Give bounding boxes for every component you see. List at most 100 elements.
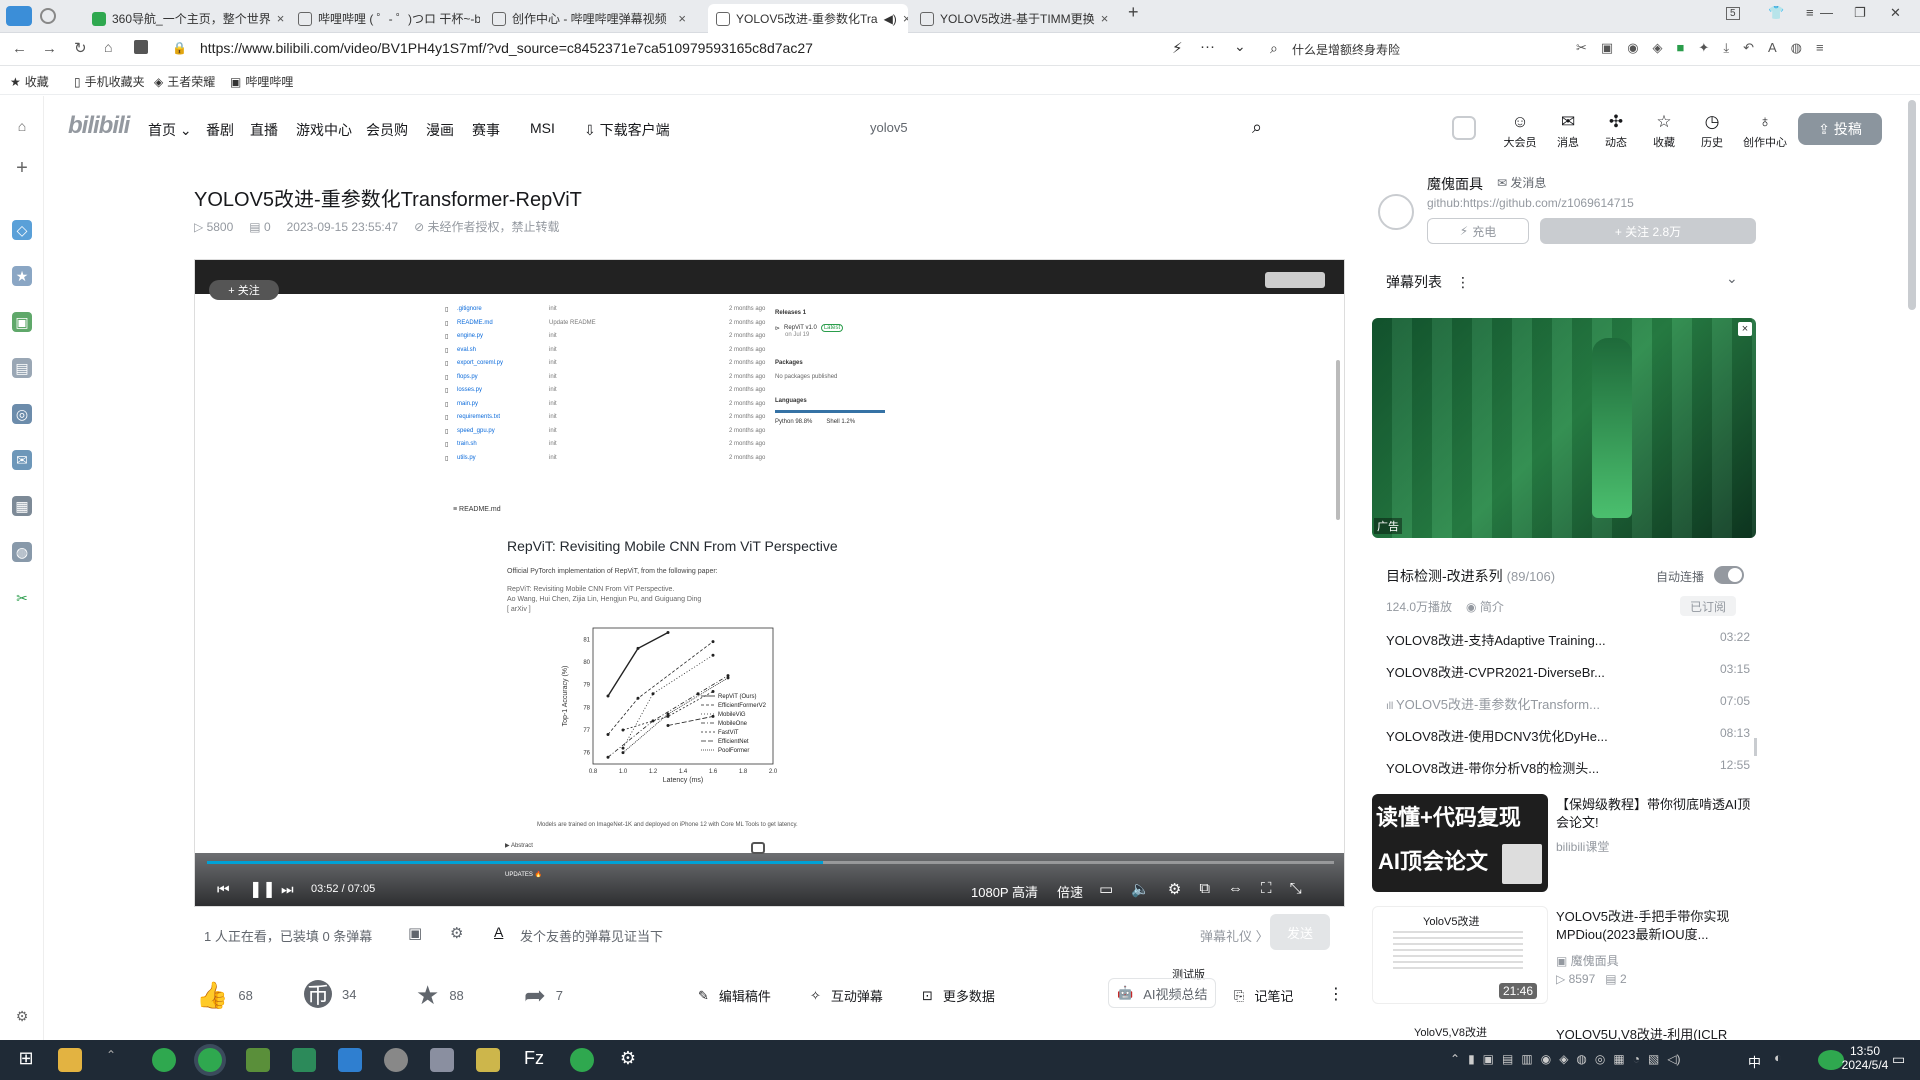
font-style-icon[interactable]: A [494, 924, 503, 940]
message-button[interactable]: ✉ 发消息 [1497, 174, 1546, 191]
more-icon[interactable]: ⋮ [1456, 274, 1470, 290]
progress-bar[interactable] [207, 861, 1334, 864]
tool-icon[interactable]: ◎ [12, 404, 32, 424]
windows-icon[interactable]: ⊞ [14, 1048, 38, 1072]
quality-selector[interactable]: 1080P 高清 [971, 882, 1038, 901]
next-icon[interactable]: ⏭ [281, 881, 294, 898]
nav-home[interactable]: 首页 ⌄ [148, 120, 192, 140]
tray-app-icon[interactable]: ▧ [1648, 1052, 1659, 1066]
tab-360[interactable]: 360导航_一个主页，整个世界 × [84, 4, 284, 33]
rec-title[interactable]: 【保姆级教程】带你彻底啃透AI顶会论文! [1556, 796, 1756, 832]
follow-overlay-button[interactable]: + 关注 [209, 280, 279, 300]
more-icon[interactable]: ⋮ [1328, 984, 1344, 1004]
menu-icon[interactable]: ≡ [1816, 40, 1824, 58]
volume-icon[interactable]: ◁) [1667, 1052, 1680, 1066]
tray-app-icon[interactable]: ▤ [1502, 1052, 1513, 1066]
previous-icon[interactable]: ⏮ [217, 881, 230, 898]
playlist-item[interactable]: YOLOV8改进-带你分析V8的检测头... 12:55 [1386, 758, 1750, 777]
notification-icon[interactable]: ▭ [1892, 1051, 1905, 1068]
volume-icon[interactable]: 🔈 [1131, 880, 1150, 898]
rec-author[interactable]: bilibili课堂 [1556, 838, 1609, 855]
maximize-icon[interactable]: ❐ [1854, 5, 1866, 21]
shirt-icon[interactable]: 👕 [1768, 5, 1784, 21]
translate-icon[interactable]: A [1768, 40, 1777, 58]
browser-search-field[interactable]: 什么是增额终身寿险 [1292, 41, 1400, 58]
rec-title[interactable]: YOLOV5改进-手把手带你实现MPDiou(2023最新IOU度... [1556, 908, 1756, 944]
coin-button[interactable]: 币 34 [304, 980, 356, 1008]
favorite-button[interactable]: ★ 88 [416, 980, 464, 1011]
back-icon[interactable]: ← [12, 40, 27, 57]
follow-button[interactable]: + 关注 2.8万 [1540, 218, 1756, 244]
app-icon[interactable]: ◇ [12, 220, 32, 240]
nav-game[interactable]: 游戏中心 [296, 120, 352, 140]
nav-anime[interactable]: 番剧 [206, 120, 234, 140]
ad-banner[interactable]: 广告 × [1372, 318, 1756, 538]
favorites-link[interactable]: ☆ 收藏 [1644, 112, 1684, 150]
notes-icon[interactable]: ▦ [12, 496, 32, 516]
rec-thumbnail[interactable]: YoloV5,V8改进 [1372, 1018, 1548, 1040]
close-icon[interactable]: × [277, 11, 284, 26]
avatar[interactable] [1452, 116, 1476, 140]
vscode-icon[interactable] [338, 1048, 362, 1072]
speaker-icon[interactable]: ◀) [884, 12, 897, 26]
bilibili-logo[interactable]: bilibili [68, 112, 130, 140]
like-button[interactable]: 👍 68 [196, 980, 253, 1011]
scissors-icon[interactable]: ✂ [1576, 40, 1587, 58]
playlist-item[interactable]: YOLOV8改进-CVPR2021-DiverseBr... 03:15 [1386, 662, 1750, 681]
up-name[interactable]: 魔傀面具 [1427, 174, 1483, 194]
pause-icon[interactable]: ❚❚ [249, 879, 276, 899]
wifi-icon[interactable]: ◔ [1633, 1052, 1640, 1066]
close-icon[interactable]: × [678, 11, 686, 26]
360-browser-icon[interactable] [152, 1048, 176, 1072]
star-icon[interactable]: ★ [12, 266, 32, 286]
url-field[interactable]: https://www.bilibili.com/video/BV1PH4y1S… [200, 40, 813, 56]
page-scrollbar[interactable] [1908, 100, 1916, 310]
mail-icon[interactable]: ✉ [12, 450, 32, 470]
paper-arxiv-link[interactable]: [ arXiv ] [507, 606, 531, 613]
gear-icon[interactable]: ⚙ [12, 1006, 32, 1026]
ai-summary-button[interactable]: 🤖 AI视频总结 [1108, 978, 1217, 1008]
file-row[interactable]: ▯ train.sh init 2 months ago [445, 441, 845, 453]
globe-icon[interactable]: ◍ [12, 542, 32, 562]
ime-icon[interactable]: ◐ [1774, 1050, 1782, 1065]
home-icon[interactable]: ⌂ [104, 39, 112, 55]
shield-icon[interactable]: ◉ [1627, 40, 1638, 58]
settings-icon[interactable]: ⚙ [1168, 880, 1181, 898]
scrollbar[interactable] [1336, 360, 1340, 520]
tab-count-badge[interactable]: 5 [1726, 7, 1740, 20]
home-icon[interactable]: ⌂ [12, 116, 32, 136]
wechat-icon[interactable] [570, 1048, 594, 1072]
lightning-icon[interactable]: ⚡ [1172, 39, 1183, 57]
browser-logo-icon[interactable] [6, 6, 32, 26]
extension-icon[interactable] [40, 8, 56, 24]
bookmark-bilibili[interactable]: ▣ 哔哩哔哩 [230, 73, 293, 90]
more-icon[interactable]: ··· [1200, 38, 1215, 55]
nav-download[interactable]: ⇩ 下载客户端 [584, 120, 670, 140]
message-link[interactable]: ✉ 消息 [1548, 112, 1588, 150]
file-row[interactable]: ▯ utils.py init 2 months ago [445, 455, 845, 467]
avatar-icon[interactable]: ◍ [1791, 40, 1802, 58]
abstract-toggle[interactable]: ▶ Abstract [505, 842, 533, 849]
pip-icon[interactable]: ⧉ [1199, 880, 1210, 898]
rec-thumbnail[interactable]: YoloV5改进 21:46 [1372, 906, 1548, 1004]
tray-app-icon[interactable]: ◎ [1595, 1052, 1605, 1066]
search-icon[interactable]: ⌕ [1252, 117, 1262, 138]
upload-button[interactable]: ⇪ 投稿 [1798, 113, 1882, 145]
close-icon[interactable]: × [1738, 322, 1752, 336]
tray-app-icon[interactable]: ▮ [1468, 1052, 1475, 1066]
autoplay-toggle[interactable] [1714, 566, 1744, 584]
bookmark-honor[interactable]: ◈ 王者荣耀 [154, 73, 215, 90]
tray-app-icon[interactable]: ◍ [1576, 1052, 1586, 1066]
forward-icon[interactable]: → [42, 40, 57, 57]
nav-live[interactable]: 直播 [250, 120, 278, 140]
tab-timm[interactable]: YOLOV5改进-基于TIMM更换 × [912, 4, 1112, 33]
nav-esports[interactable]: 赛事 [472, 120, 500, 140]
youdao-icon[interactable] [476, 1048, 500, 1072]
rec-author[interactable]: ▣ 魔傀面具 [1556, 952, 1619, 969]
speed-selector[interactable]: 倍速 [1057, 882, 1083, 901]
widescreen-icon[interactable]: ⇔ [1228, 880, 1243, 898]
playlist-item[interactable]: YOLOV8改进-使用DCNV3优化DyHe... 08:13 [1386, 726, 1750, 745]
danmaku-toggle-icon[interactable]: ▣ [408, 924, 422, 942]
fullscreen-icon[interactable]: ⛶ [1261, 880, 1272, 898]
notes-button[interactable]: ⎘ 记笔记 [1234, 986, 1293, 1005]
